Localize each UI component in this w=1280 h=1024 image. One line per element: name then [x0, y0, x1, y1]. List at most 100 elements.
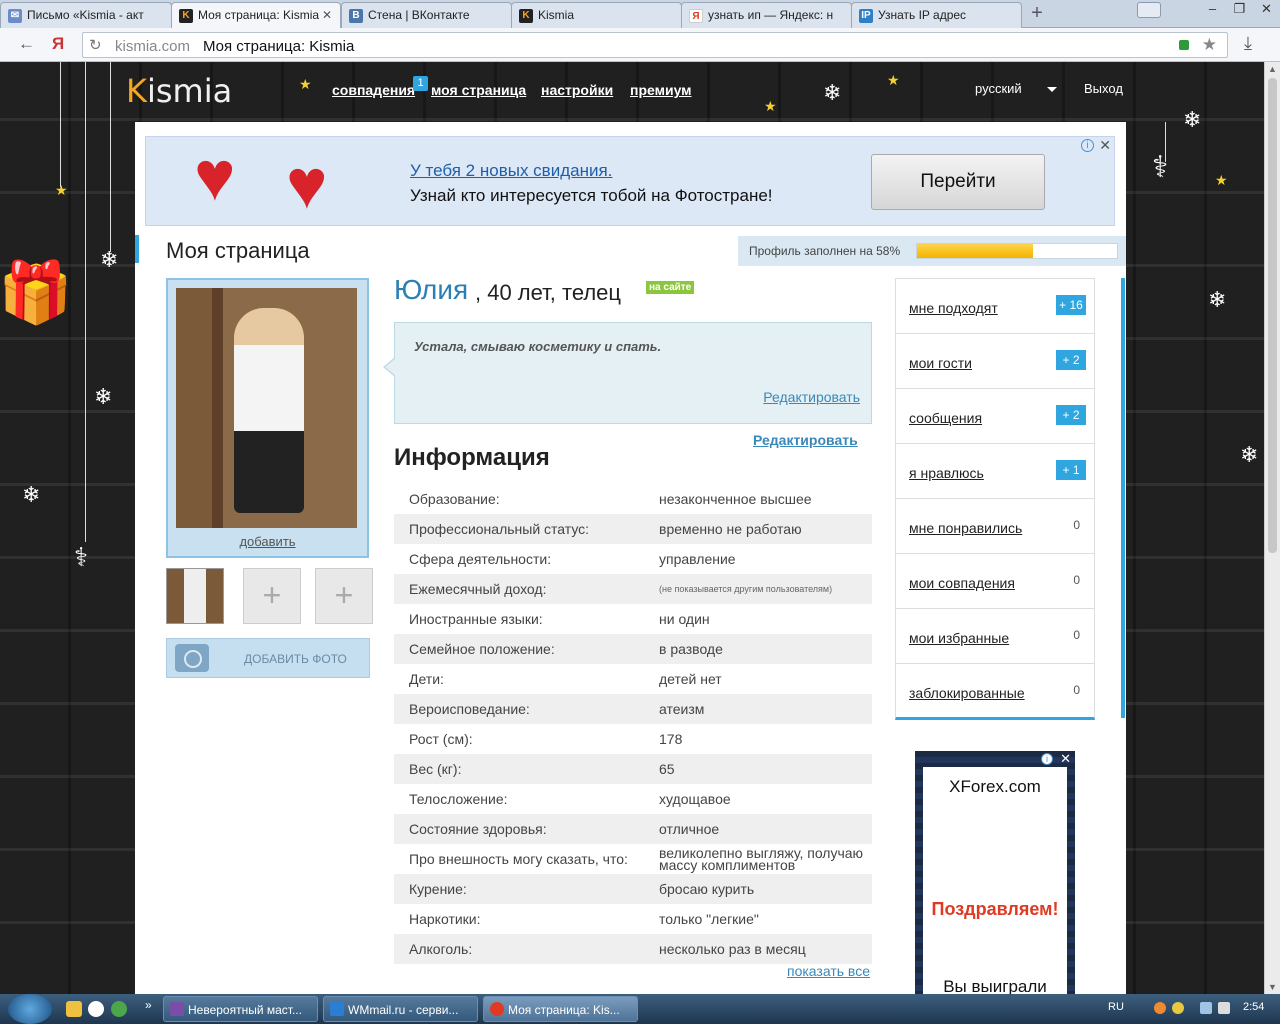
- edit-status-link[interactable]: Редактировать: [763, 389, 860, 405]
- browser-tab[interactable]: В Стена | ВКонтакте: [341, 2, 512, 28]
- info-value: незаконченное высшее: [659, 491, 812, 507]
- sidebar-count-badge: + 16: [1056, 295, 1086, 315]
- add-thumbnail-plus-icon[interactable]: +: [243, 568, 301, 624]
- sidebar-item-label[interactable]: мои гости: [909, 355, 972, 371]
- scroll-down-icon[interactable]: ▼: [1268, 982, 1277, 992]
- sidebar-item-label[interactable]: мне подходят: [909, 300, 998, 316]
- sidebar-item-matches[interactable]: мои совпадения 0: [896, 554, 1094, 609]
- sidebar-item-label[interactable]: я нравлюсь: [909, 465, 984, 481]
- chevron-down-icon[interactable]: [1047, 87, 1057, 92]
- sidebar-item-label[interactable]: сообщения: [909, 410, 982, 426]
- side-ad-title: XForex.com: [949, 777, 1041, 796]
- chevron-right-icon[interactable]: »: [145, 998, 152, 1012]
- edit-info-link[interactable]: Редактировать: [753, 432, 858, 448]
- tab-title: Стена | ВКонтакте: [368, 8, 470, 22]
- info-key: Телосложение:: [409, 791, 508, 807]
- keyboard-language[interactable]: RU: [1108, 1001, 1124, 1013]
- nav-premium[interactable]: премиум: [630, 82, 692, 98]
- browser-tab[interactable]: K Kismia: [511, 2, 682, 28]
- lock-icon[interactable]: [1179, 40, 1189, 50]
- browser-tab[interactable]: IP Узнать IP адрес: [851, 2, 1022, 28]
- info-key: Сфера деятельности:: [409, 551, 552, 567]
- side-ad[interactable]: i ✕ XForex.com Поздравляем! Вы выиграли: [915, 751, 1075, 994]
- url-field[interactable]: ↻ kismia.com Моя страница: Kismia ★: [82, 32, 1228, 58]
- sidebar-item-i-liked[interactable]: мне понравились 0: [896, 499, 1094, 554]
- close-icon[interactable]: ✕: [322, 8, 332, 22]
- sidebar-item-liked-me[interactable]: я нравлюсь + 1: [896, 444, 1094, 499]
- page-title: Моя страница: [166, 238, 310, 263]
- add-photo-button[interactable]: ДОБАВИТЬ ФОТО: [166, 638, 370, 678]
- browser-menu-button[interactable]: [1137, 2, 1161, 18]
- scrollbar-thumb[interactable]: [1268, 78, 1277, 553]
- taskbar-item[interactable]: Невероятный маст...: [163, 996, 318, 1022]
- yandex-browser-icon[interactable]: [88, 1001, 104, 1017]
- browser-tab[interactable]: Я узнать ип — Яндекс: н: [681, 2, 852, 28]
- new-tab-button[interactable]: +: [1024, 3, 1050, 24]
- reload-icon[interactable]: ↻: [89, 36, 102, 54]
- minimize-button[interactable]: –: [1199, 0, 1226, 20]
- taskbar-item-active[interactable]: Моя страница: Kis...: [483, 996, 638, 1022]
- sidebar-item-label[interactable]: мои избранные: [909, 630, 1009, 646]
- app-icon[interactable]: [111, 1001, 127, 1017]
- maximize-button[interactable]: ❐: [1226, 0, 1253, 20]
- profile-photo[interactable]: [176, 288, 357, 528]
- scroll-up-icon[interactable]: ▲: [1268, 64, 1277, 74]
- profile-name: Юлия: [394, 274, 469, 305]
- kismia-logo[interactable]: Kismia: [126, 72, 232, 110]
- add-photo-link[interactable]: добавить: [168, 534, 367, 549]
- info-row: Профессиональный статус: временно не рабо…: [394, 514, 872, 544]
- nav-matches[interactable]: совпадения: [332, 82, 415, 98]
- sidebar-item-guests[interactable]: мои гости + 2: [896, 334, 1094, 389]
- browser-tab[interactable]: ✉ Письмо «Kismia - акт: [0, 2, 172, 28]
- sidebar-item-suitable[interactable]: мне подходят + 16: [896, 279, 1094, 334]
- sidebar-item-label[interactable]: заблокированные: [909, 685, 1025, 701]
- star-icon[interactable]: ★: [1202, 35, 1217, 55]
- window-controls: – ❐ ✕: [1199, 0, 1280, 22]
- info-value: 65: [659, 761, 675, 777]
- vertical-scrollbar[interactable]: ▲ ▼: [1264, 62, 1280, 994]
- sidebar-item-favorites[interactable]: мои избранные 0: [896, 609, 1094, 664]
- info-value: худощавое: [659, 791, 731, 807]
- sidebar-item-blocked[interactable]: заблокированные 0: [896, 664, 1094, 719]
- sidebar-item-label[interactable]: мои совпадения: [909, 575, 1015, 591]
- info-row: Про внешность могу сказать, что: великоле…: [394, 844, 872, 874]
- download-icon[interactable]: ⤓: [1244, 33, 1252, 54]
- logout-link[interactable]: Выход: [1084, 81, 1123, 96]
- show-all-link[interactable]: показать все: [787, 963, 870, 979]
- tray-app-icon[interactable]: [1154, 1002, 1166, 1014]
- network-icon[interactable]: [1200, 1002, 1212, 1014]
- taskbar-item[interactable]: WMmail.ru - серви...: [323, 996, 478, 1022]
- add-thumbnail-plus-icon[interactable]: +: [315, 568, 373, 624]
- ad-banner[interactable]: ♥ ♥ У тебя 2 новых свидания. Узнай кто и…: [145, 136, 1115, 226]
- start-button[interactable]: [8, 994, 52, 1024]
- taskbar-clock[interactable]: 2:54: [1243, 1001, 1264, 1013]
- ad-go-button[interactable]: Перейти: [871, 154, 1045, 210]
- sidebar-item-messages[interactable]: сообщения + 2: [896, 389, 1094, 444]
- matches-badge: 1: [413, 76, 428, 91]
- back-arrow-icon[interactable]: ←: [18, 34, 35, 54]
- sidebar-item-label[interactable]: мне понравились: [909, 520, 1022, 536]
- ad-info-icon[interactable]: i: [1041, 753, 1053, 765]
- tray-app-icon[interactable]: [1172, 1002, 1184, 1014]
- browser-tab-active[interactable]: K Моя страница: Kismia ✕: [171, 2, 341, 29]
- ad-info-icon[interactable]: i: [1081, 139, 1094, 152]
- yandex-icon[interactable]: Я: [52, 34, 64, 54]
- volume-icon[interactable]: [1218, 1002, 1230, 1014]
- sidebar-count: 0: [1073, 573, 1080, 587]
- close-window-button[interactable]: ✕: [1253, 0, 1280, 20]
- photo-thumbnail[interactable]: [166, 568, 224, 624]
- gift-icon: 🎁: [0, 259, 73, 326]
- ad-link[interactable]: У тебя 2 новых свидания.: [410, 161, 612, 181]
- explorer-icon[interactable]: [66, 1001, 82, 1017]
- info-row: Телосложение: худощавое: [394, 784, 872, 814]
- yandex-icon: Я: [689, 9, 703, 23]
- taskbar-item-label: Невероятный маст...: [188, 1003, 302, 1017]
- info-key: Состояние здоровья:: [409, 821, 547, 837]
- language-select[interactable]: русский: [975, 81, 1022, 96]
- info-key: Образование:: [409, 491, 500, 507]
- info-value: бросаю курить: [659, 881, 755, 897]
- nav-settings[interactable]: настройки: [541, 82, 613, 98]
- nav-my-page[interactable]: моя страница: [431, 82, 526, 98]
- close-icon[interactable]: ✕: [1060, 751, 1071, 767]
- close-icon[interactable]: ✕: [1099, 137, 1111, 154]
